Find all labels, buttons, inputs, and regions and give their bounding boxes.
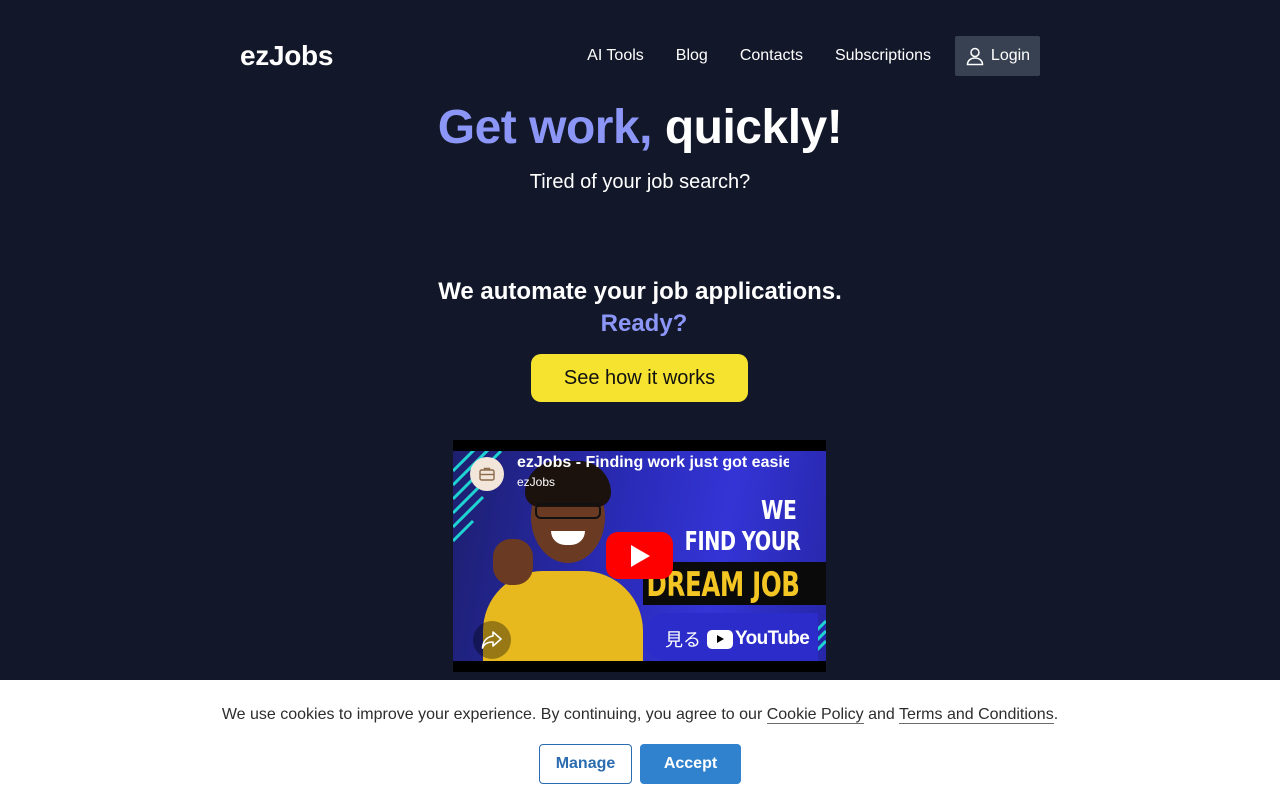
page: ezJobs AI Tools Blog Contacts Subscripti… — [0, 0, 1280, 800]
manage-button[interactable]: Manage — [539, 744, 632, 784]
login-button[interactable]: Login — [955, 36, 1040, 76]
youtube-logo-icon — [707, 629, 733, 649]
play-button[interactable] — [606, 532, 673, 579]
youtube-wordmark: YouTube — [735, 628, 810, 649]
person-fist — [493, 539, 533, 585]
nav-blog[interactable]: Blog — [676, 47, 708, 65]
ready-line: Ready? — [600, 310, 688, 337]
youtube-embed[interactable]: WE FIND YOUR DREAM JOB ezJobs - Finding … — [453, 440, 826, 672]
video-channel[interactable]: ezJobs — [517, 475, 555, 489]
cookie-text: We use cookies to improve your experienc… — [0, 706, 1280, 724]
nav-ai-tools[interactable]: AI Tools — [587, 47, 644, 65]
cookie-text-and: and — [863, 706, 899, 723]
cookie-banner: We use cookies to improve your experienc… — [0, 680, 1280, 800]
see-how-it-works-button[interactable]: See how it works — [531, 354, 748, 402]
hero-title-accent: Get work, — [437, 101, 653, 154]
accept-button[interactable]: Accept — [640, 744, 741, 784]
user-icon — [965, 46, 985, 66]
cookie-policy-link[interactable]: Cookie Policy — [766, 706, 864, 724]
hero-title-rest: quickly! — [664, 101, 843, 154]
watch-on-youtube[interactable]: 見る YouTube — [665, 624, 810, 654]
site-header: ezJobs AI Tools Blog Contacts Subscripti… — [240, 36, 1040, 76]
channel-avatar[interactable] — [470, 457, 504, 491]
hero-subtitle: Tired of your job search? — [529, 171, 751, 193]
terms-link[interactable]: Terms and Conditions — [898, 706, 1054, 724]
play-icon — [630, 544, 650, 567]
automate-line: We automate your job applications. — [438, 278, 842, 305]
hero-title: Get work, quickly! — [0, 100, 1280, 155]
thumb-text-find-your: FIND YOUR — [684, 527, 800, 557]
briefcase-icon — [479, 467, 495, 481]
share-icon — [481, 631, 502, 649]
cookie-text-before: We use cookies to improve your experienc… — [221, 706, 767, 723]
video-title[interactable]: ezJobs - Finding work just got easier — [517, 454, 789, 472]
thumb-text-we: WE — [760, 496, 797, 526]
login-label: Login — [990, 47, 1031, 64]
person-glasses — [535, 503, 601, 519]
cookie-text-end: . — [1053, 706, 1059, 723]
logo[interactable]: ezJobs — [240, 40, 333, 72]
share-button[interactable] — [473, 621, 511, 659]
nav-subscriptions[interactable]: Subscriptions — [835, 47, 931, 65]
watch-on-label: 見る — [665, 630, 701, 650]
main-nav: AI Tools Blog Contacts Subscriptions Log… — [587, 36, 1040, 76]
nav-contacts[interactable]: Contacts — [740, 47, 803, 65]
